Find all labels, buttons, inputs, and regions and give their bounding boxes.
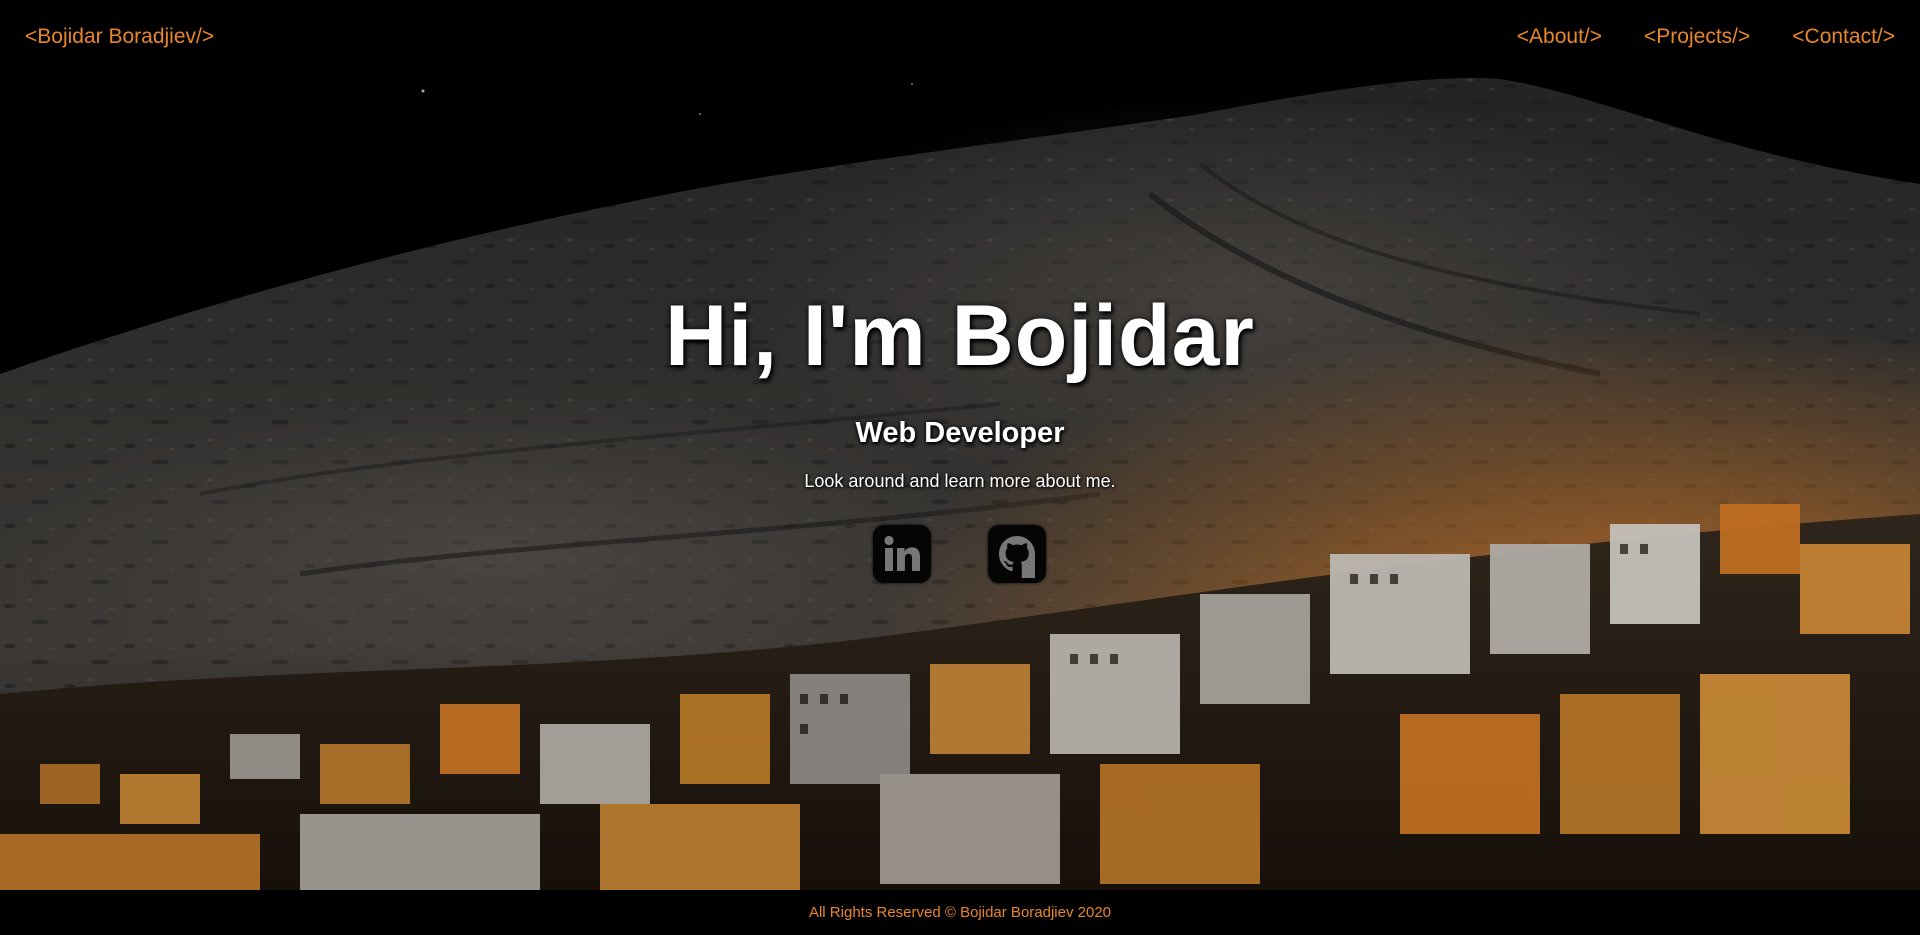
linkedin-link[interactable] <box>873 525 931 583</box>
hero-subtitle: Web Developer <box>855 417 1065 449</box>
page: <Bojidar Boradjiev/> <About/> <Projects/… <box>0 0 1920 935</box>
github-link[interactable] <box>988 525 1046 583</box>
social-links <box>0 525 1920 585</box>
nav-link-contact[interactable]: <Contact/> <box>1792 25 1895 49</box>
hero-title: Hi, I'm Bojidar <box>665 288 1255 384</box>
hero-content: Hi, I'm Bojidar Web Developer Look aroun… <box>0 74 1920 890</box>
navbar: <Bojidar Boradjiev/> <About/> <Projects/… <box>0 0 1920 74</box>
brand-link[interactable]: <Bojidar Boradjiev/> <box>25 25 214 49</box>
linkedin-icon <box>878 530 926 578</box>
github-icon <box>993 530 1041 578</box>
footer: All Rights Reserved © Bojidar Boradjiev … <box>0 890 1920 935</box>
hero-section: Hi, I'm Bojidar Web Developer Look aroun… <box>0 74 1920 890</box>
footer-copyright: All Rights Reserved © Bojidar Boradjiev … <box>808 904 1112 921</box>
nav-links: <About/> <Projects/> <Contact/> <box>1517 25 1895 49</box>
nav-link-about[interactable]: <About/> <box>1517 25 1602 49</box>
nav-link-projects[interactable]: <Projects/> <box>1644 25 1750 49</box>
hero-tagline: Look around and learn more about me. <box>804 471 1116 491</box>
